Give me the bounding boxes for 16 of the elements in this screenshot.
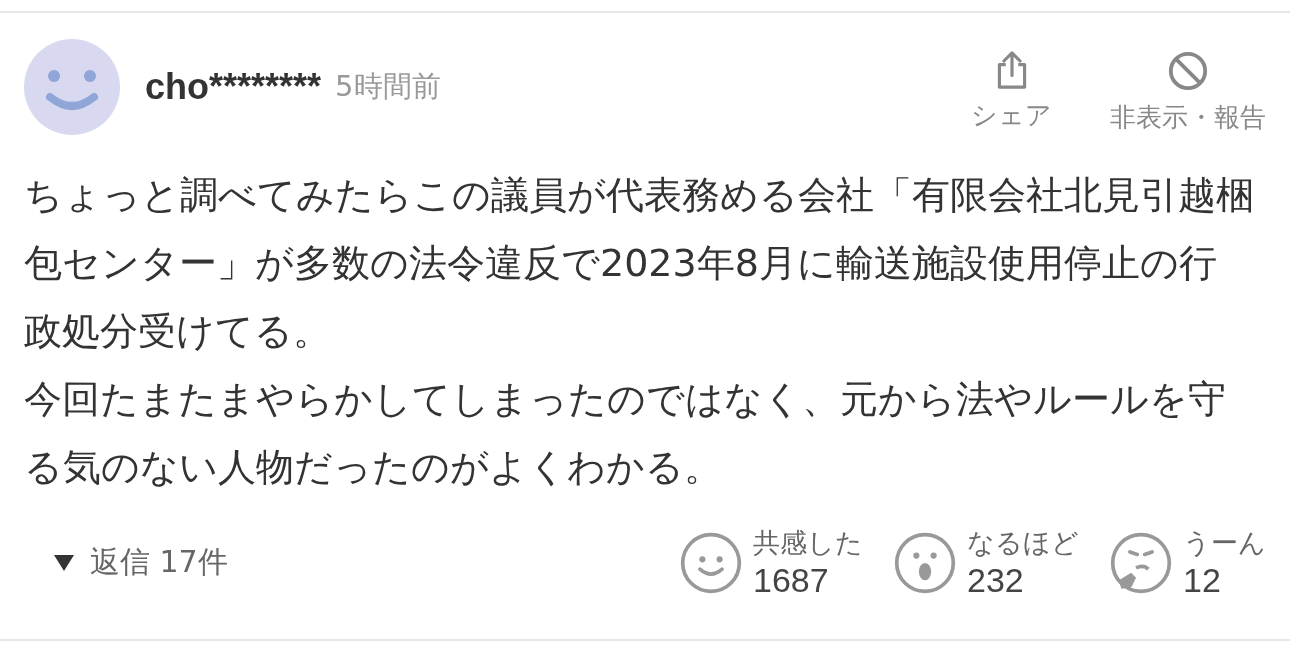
user-name[interactable]: cho******** — [145, 66, 322, 108]
caret-down-icon — [52, 552, 76, 573]
hide-report-button[interactable]: 非表示・報告 — [1110, 49, 1266, 135]
smile-face-icon — [679, 530, 743, 595]
thinking-face-icon — [1109, 530, 1173, 595]
timestamp: 5時間前 — [335, 68, 441, 105]
reaction-button[interactable]: なるほど 232 — [893, 525, 1079, 600]
comment-text: ちょっと調べてみたらこの議員が代表務める会社「有限会社北見引越梱包センター」が多数の法令違反で2023年8月に輸送施設使用停止の行政処分受けてる。 — [24, 172, 1254, 355]
share-button[interactable]: シェア — [971, 49, 1052, 133]
prohibited-icon — [1167, 49, 1209, 92]
avatar-icon — [24, 39, 120, 135]
replies-toggle[interactable]: 返信 17件 — [24, 542, 228, 583]
reaction-button[interactable]: うーん 12 — [1109, 525, 1266, 600]
surprised-face-icon — [893, 530, 957, 595]
reaction-button[interactable]: 共感した 1687 — [679, 525, 863, 600]
comment-text: 今回たまたまやらかしてしまったのではなく、元から法やルールを守る気のない人物だったのがよくわかる。 — [24, 376, 1227, 491]
